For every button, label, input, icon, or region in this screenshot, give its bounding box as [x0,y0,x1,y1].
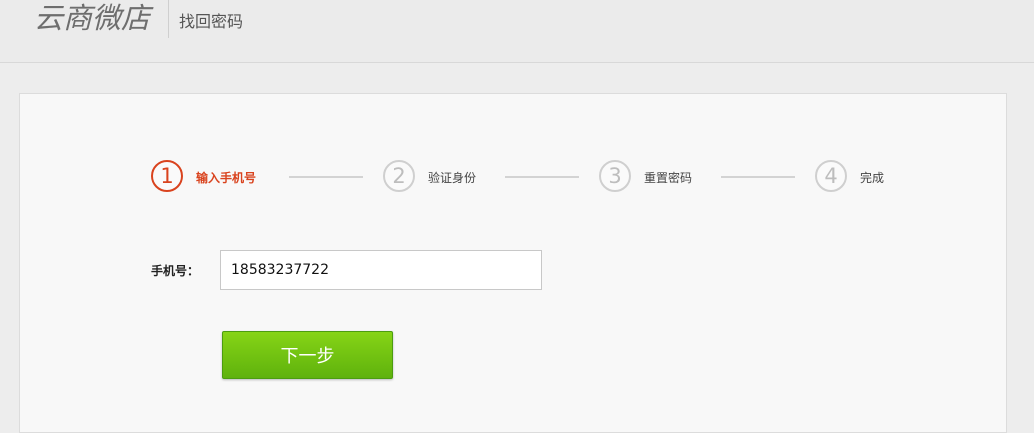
page-header: 云商微店 找回密码 [0,0,1034,63]
step-3-label: 重置密码 [644,171,693,185]
phone-label: 手机号： [151,264,200,278]
recovery-panel: 1 输入手机号 2 验证身份 3 重置密码 4 完成 手机号： 下一步 [19,93,1007,433]
page-title: 找回密码 [179,12,244,31]
step-connector [721,176,795,178]
step-connector [289,176,363,178]
next-step-button[interactable]: 下一步 [222,331,393,379]
step-connector [505,176,579,178]
step-4-label: 完成 [860,171,885,185]
step-1-label: 输入手机号 [196,171,257,185]
header-divider [168,0,169,38]
step-3-number: 3 [599,160,631,192]
step-2-label: 验证身份 [428,171,477,185]
phone-input[interactable] [220,250,542,290]
step-1-number: 1 [151,160,183,192]
logo[interactable]: 云商微店 [34,0,150,38]
step-2-number: 2 [383,160,415,192]
step-4-number: 4 [815,160,847,192]
